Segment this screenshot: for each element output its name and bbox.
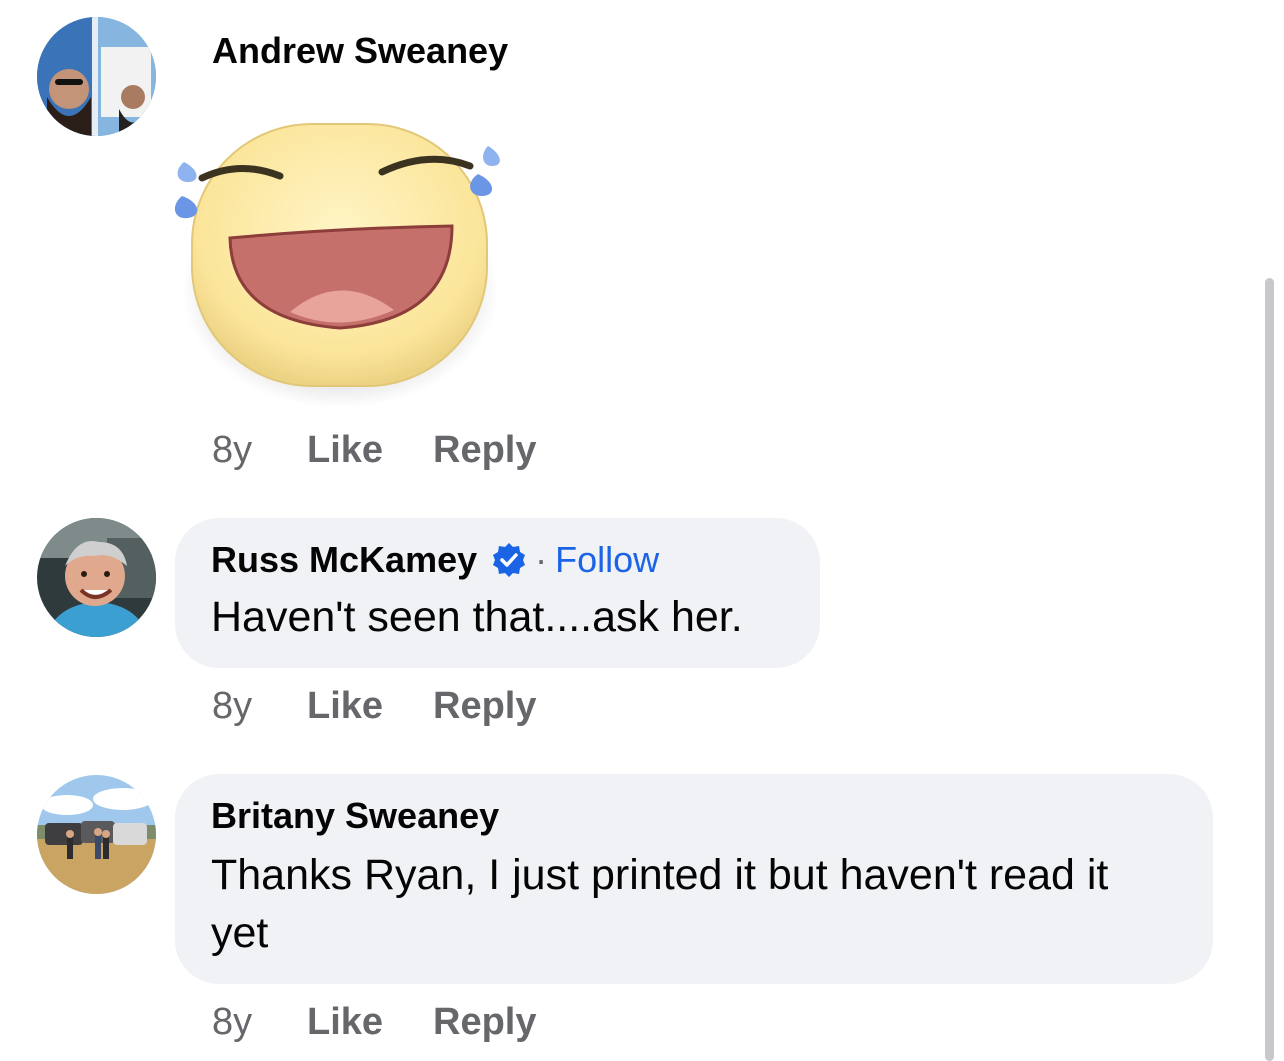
comment-text: Haven't seen that....ask her. xyxy=(211,593,743,641)
like-button[interactable]: Like xyxy=(307,1001,433,1044)
comment-age: 8y xyxy=(212,428,253,471)
comment-header: Russ McKamey · Follow xyxy=(211,540,784,580)
comment-age: 8y xyxy=(212,684,253,727)
comment-text: Thanks Ryan, I just printed it but haven… xyxy=(211,851,1109,957)
comment-actions: 8y Like Reply xyxy=(212,684,536,728)
scrollbar[interactable] xyxy=(1265,278,1274,1061)
laughing-tears-sticker xyxy=(170,110,505,410)
follow-button[interactable]: Follow xyxy=(555,540,659,580)
avatar-russ-mckamey[interactable] xyxy=(37,518,156,637)
comment-author-name[interactable]: Andrew Sweaney xyxy=(212,31,508,71)
comment-bubble: Russ McKamey · Follow Haven't seen that.… xyxy=(175,518,820,668)
like-button[interactable]: Like xyxy=(307,429,433,472)
reply-button[interactable]: Reply xyxy=(433,429,536,472)
avatar-britany-sweaney[interactable] xyxy=(37,775,156,894)
avatar-andrew-sweaney[interactable] xyxy=(37,17,156,136)
comment-author-name[interactable]: Britany Sweaney xyxy=(211,796,1177,836)
verified-badge-icon xyxy=(491,542,527,578)
comment-actions: 8y Like Reply xyxy=(212,428,536,472)
reply-button[interactable]: Reply xyxy=(433,685,536,728)
separator-dot: · xyxy=(535,539,548,580)
comment-age: 8y xyxy=(212,1000,253,1043)
comment-author-name[interactable]: Russ McKamey xyxy=(211,540,477,580)
reply-button[interactable]: Reply xyxy=(433,1001,536,1044)
comment-bubble: Britany Sweaney Thanks Ryan, I just prin… xyxy=(175,774,1213,984)
comment-actions: 8y Like Reply xyxy=(212,1000,536,1044)
like-button[interactable]: Like xyxy=(307,685,433,728)
